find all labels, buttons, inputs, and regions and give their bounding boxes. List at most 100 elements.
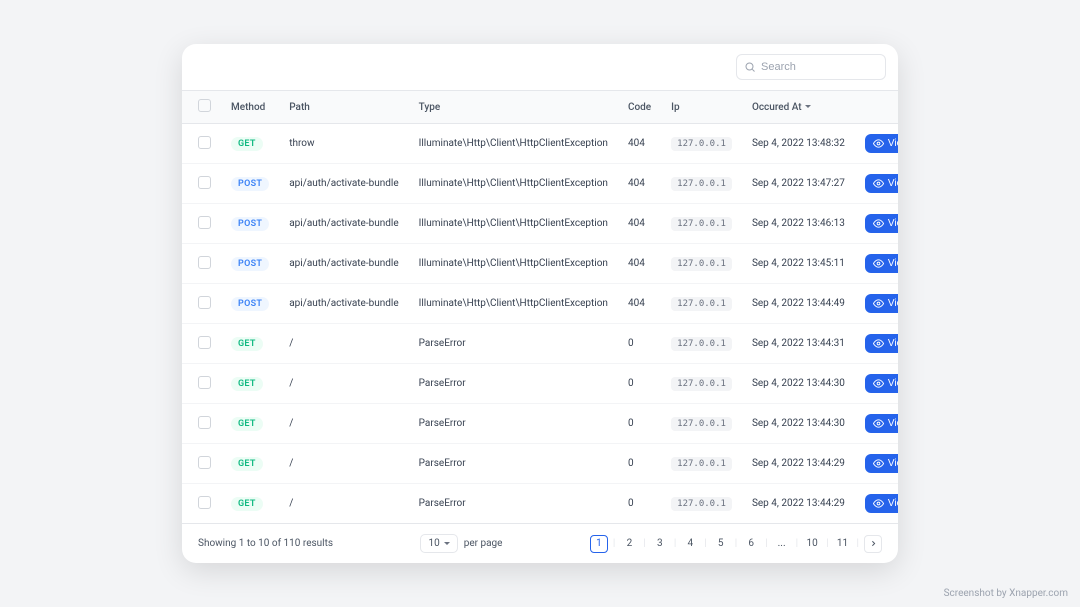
path-cell: /: [279, 324, 408, 364]
page-11[interactable]: 11: [834, 535, 852, 553]
ip-chip: 127.0.0.1: [671, 257, 732, 271]
occurred-cell: Sep 4, 2022 13:47:27: [742, 164, 855, 204]
occurred-cell: Sep 4, 2022 13:44:30: [742, 404, 855, 444]
method-badge: POST: [231, 177, 269, 191]
occurred-cell: Sep 4, 2022 13:44:29: [742, 484, 855, 524]
ip-chip: 127.0.0.1: [671, 177, 732, 191]
col-ip[interactable]: Ip: [661, 91, 742, 124]
logs-table: Method Path Type Code Ip Occured At GETt…: [182, 91, 898, 524]
col-code[interactable]: Code: [618, 91, 661, 124]
view-button[interactable]: View: [865, 254, 898, 273]
eye-icon: [873, 138, 884, 149]
row-checkbox[interactable]: [198, 456, 211, 469]
code-cell: 404: [618, 124, 661, 164]
view-button[interactable]: View: [865, 374, 898, 393]
search-icon: [744, 61, 756, 73]
row-checkbox[interactable]: [198, 136, 211, 149]
eye-icon: [873, 338, 884, 349]
occurred-cell: Sep 4, 2022 13:44:49: [742, 284, 855, 324]
table-row: GET/ParseError0127.0.0.1Sep 4, 2022 13:4…: [182, 324, 898, 364]
path-cell: /: [279, 484, 408, 524]
page-ellipsis: ...: [773, 535, 791, 553]
view-button[interactable]: View: [865, 494, 898, 513]
page-5[interactable]: 5: [712, 535, 730, 553]
page-10[interactable]: 10: [803, 535, 821, 553]
eye-icon: [873, 378, 884, 389]
row-checkbox[interactable]: [198, 176, 211, 189]
eye-icon: [873, 218, 884, 229]
type-cell: ParseError: [409, 484, 618, 524]
select-all-checkbox[interactable]: [198, 99, 211, 112]
table-row: GET/ParseError0127.0.0.1Sep 4, 2022 13:4…: [182, 484, 898, 524]
table-row: POSTapi/auth/activate-bundleIlluminate\H…: [182, 244, 898, 284]
occurred-cell: Sep 4, 2022 13:44:31: [742, 324, 855, 364]
occurred-cell: Sep 4, 2022 13:48:32: [742, 124, 855, 164]
ip-chip: 127.0.0.1: [671, 137, 732, 151]
path-cell: /: [279, 444, 408, 484]
per-page-label: per page: [464, 538, 503, 549]
ip-chip: 127.0.0.1: [671, 337, 732, 351]
ip-chip: 127.0.0.1: [671, 417, 732, 431]
view-button[interactable]: View: [865, 294, 898, 313]
col-occurred-at[interactable]: Occured At: [742, 91, 855, 124]
eye-icon: [873, 498, 884, 509]
path-cell: api/auth/activate-bundle: [279, 164, 408, 204]
row-checkbox[interactable]: [198, 496, 211, 509]
view-button[interactable]: View: [865, 414, 898, 433]
col-type[interactable]: Type: [409, 91, 618, 124]
page-1[interactable]: 1: [590, 535, 608, 553]
method-badge: GET: [231, 497, 263, 511]
row-checkbox[interactable]: [198, 256, 211, 269]
type-cell: ParseError: [409, 324, 618, 364]
method-badge: GET: [231, 417, 263, 431]
row-checkbox[interactable]: [198, 376, 211, 389]
eye-icon: [873, 298, 884, 309]
table-row: GET/ParseError0127.0.0.1Sep 4, 2022 13:4…: [182, 364, 898, 404]
path-cell: /: [279, 364, 408, 404]
search-input[interactable]: [736, 54, 886, 80]
ip-chip: 127.0.0.1: [671, 377, 732, 391]
view-button[interactable]: View: [865, 454, 898, 473]
code-cell: 404: [618, 204, 661, 244]
watermark: Screenshot by Xnapper.com: [944, 588, 1068, 599]
row-checkbox[interactable]: [198, 216, 211, 229]
row-checkbox[interactable]: [198, 336, 211, 349]
ip-chip: 127.0.0.1: [671, 457, 732, 471]
page-6[interactable]: 6: [742, 535, 760, 553]
code-cell: 404: [618, 284, 661, 324]
per-page-control: 10 per page: [420, 534, 502, 553]
type-cell: Illuminate\Http\Client\HttpClientExcepti…: [409, 124, 618, 164]
view-button[interactable]: View: [865, 174, 898, 193]
code-cell: 0: [618, 404, 661, 444]
view-button[interactable]: View: [865, 334, 898, 353]
view-button[interactable]: View: [865, 134, 898, 153]
ip-chip: 127.0.0.1: [671, 297, 732, 311]
method-badge: GET: [231, 137, 263, 151]
view-button[interactable]: View: [865, 214, 898, 233]
page-4[interactable]: 4: [681, 535, 699, 553]
per-page-select[interactable]: 10: [420, 534, 457, 553]
occurred-cell: Sep 4, 2022 13:44:30: [742, 364, 855, 404]
path-cell: api/auth/activate-bundle: [279, 204, 408, 244]
table-footer: Showing 1 to 10 of 110 results 10 per pa…: [182, 524, 898, 563]
page-2[interactable]: 2: [620, 535, 638, 553]
pagination: 1 | 2 | 3 | 4 | 5 | 6 | ... | 10 | 11 |: [590, 535, 882, 553]
code-cell: 0: [618, 364, 661, 404]
col-path[interactable]: Path: [279, 91, 408, 124]
method-badge: POST: [231, 297, 269, 311]
eye-icon: [873, 418, 884, 429]
type-cell: Illuminate\Http\Client\HttpClientExcepti…: [409, 284, 618, 324]
table-row: POSTapi/auth/activate-bundleIlluminate\H…: [182, 204, 898, 244]
code-cell: 404: [618, 164, 661, 204]
topbar: [182, 44, 898, 91]
row-checkbox[interactable]: [198, 416, 211, 429]
page-3[interactable]: 3: [651, 535, 669, 553]
table-row: GETthrowIlluminate\Http\Client\HttpClien…: [182, 124, 898, 164]
col-method[interactable]: Method: [221, 91, 279, 124]
occurred-cell: Sep 4, 2022 13:45:11: [742, 244, 855, 284]
row-checkbox[interactable]: [198, 296, 211, 309]
page-next[interactable]: [864, 535, 882, 553]
occurred-cell: Sep 4, 2022 13:46:13: [742, 204, 855, 244]
chevron-right-icon: [869, 539, 878, 548]
type-cell: Illuminate\Http\Client\HttpClientExcepti…: [409, 244, 618, 284]
